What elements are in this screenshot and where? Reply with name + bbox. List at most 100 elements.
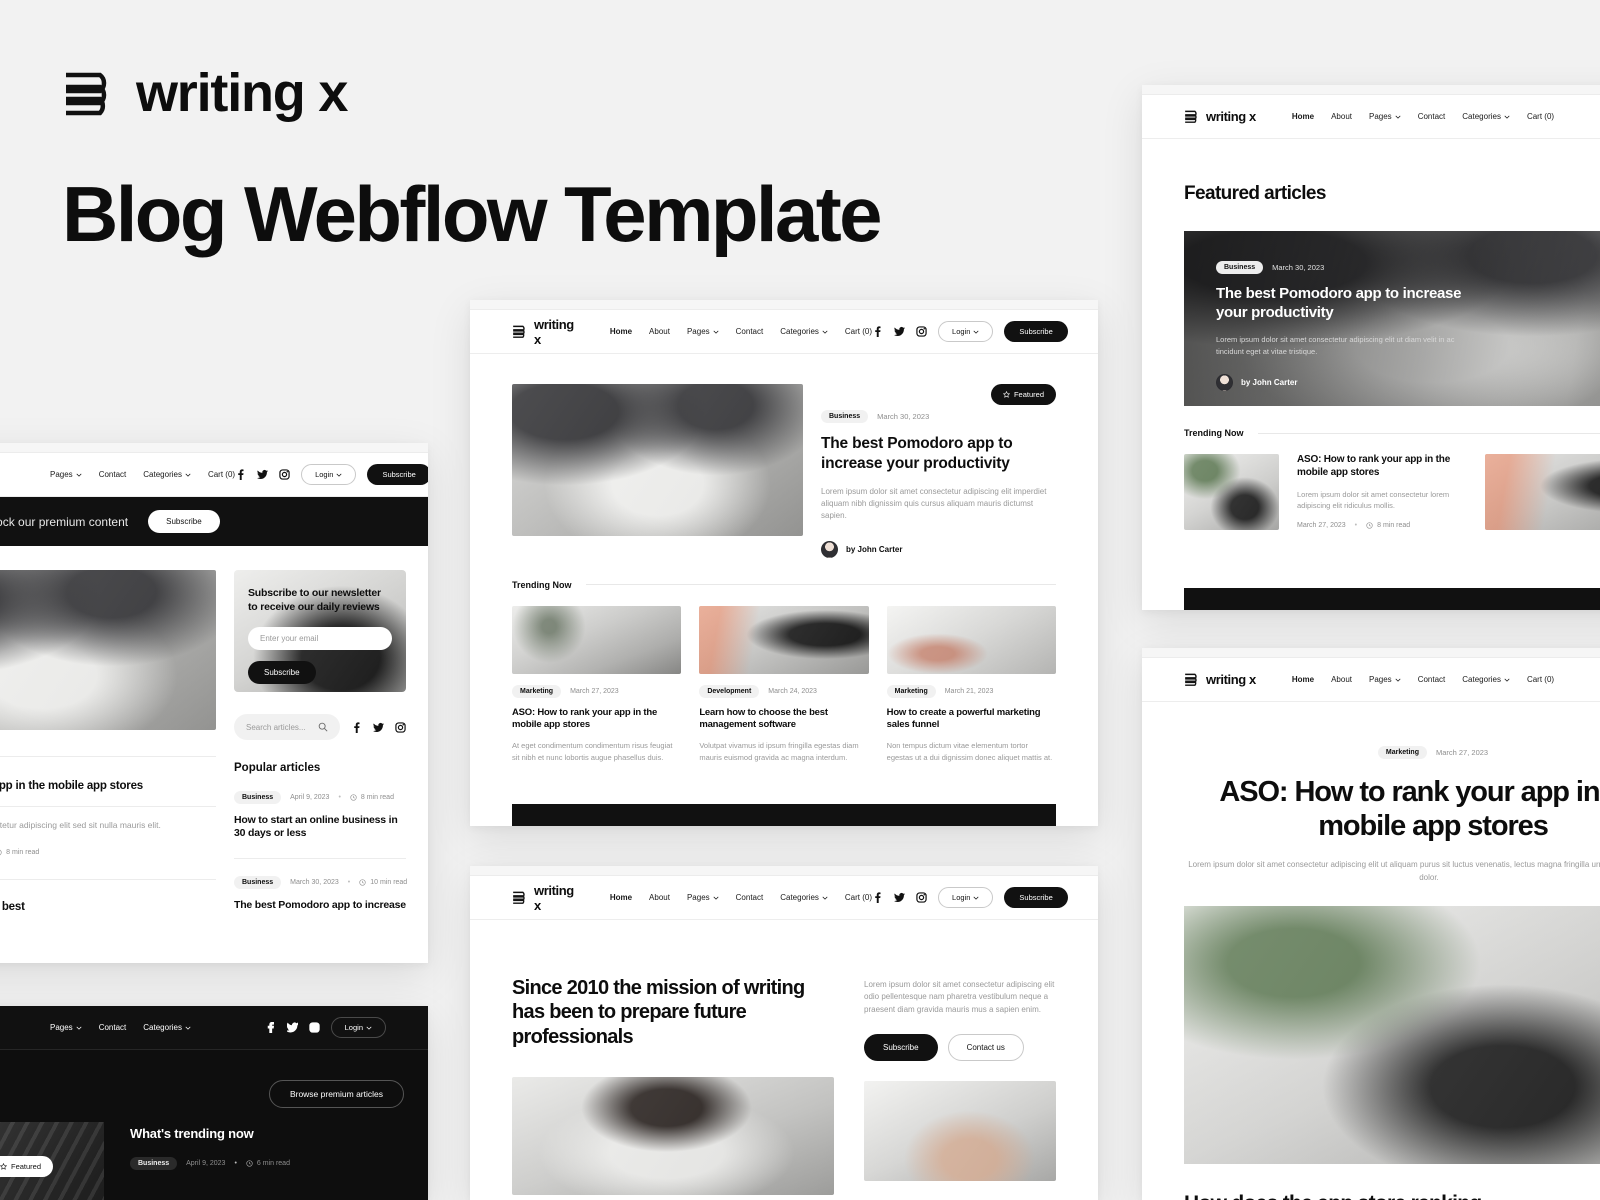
search-icon[interactable] <box>318 722 328 732</box>
nav-link-categories[interactable]: Categories <box>780 893 828 902</box>
list-hero-photo: p to ivity <box>0 570 216 730</box>
subscribe-button[interactable]: Subscribe <box>367 464 428 485</box>
divider <box>585 584 1056 586</box>
twitter-icon[interactable] <box>894 326 906 337</box>
popular-article-item[interactable]: Business March 30, 2023 • 10 min read Th… <box>234 875 407 912</box>
about-contact-button[interactable]: Contact us <box>947 1034 1024 1062</box>
list-item[interactable]: ASO: How to rank your app in the mobile … <box>0 779 216 859</box>
nav-link-home[interactable]: Home <box>610 893 632 902</box>
facebook-icon[interactable] <box>872 326 883 337</box>
brand-lockup[interactable]: writing x <box>512 317 574 347</box>
instagram-icon[interactable] <box>308 1022 320 1033</box>
twitter-icon[interactable] <box>257 469 269 480</box>
popular-article-item[interactable]: Business April 9, 2023 • 8 min read How … <box>234 791 406 841</box>
facebook-icon[interactable] <box>235 469 246 480</box>
category-chip[interactable]: Marketing <box>886 684 936 698</box>
facebook-icon[interactable] <box>872 892 883 903</box>
trending-card[interactable]: Marketing March 21, 2023 How to create a… <box>886 605 1056 764</box>
featured-excerpt: Lorem ipsum dolor sit amet consectetur a… <box>821 486 1047 521</box>
nav-link-cart[interactable]: Cart (0) <box>208 470 235 479</box>
category-chip[interactable]: Marketing <box>1377 746 1427 759</box>
facebook-icon[interactable] <box>265 1022 276 1033</box>
browse-premium-button[interactable]: Browse premium articles <box>268 1080 404 1108</box>
category-chip[interactable]: Business <box>130 1157 178 1170</box>
instagram-icon[interactable] <box>279 469 290 480</box>
login-button[interactable]: Login <box>330 1017 386 1038</box>
brand-lockup[interactable]: writing x <box>1184 109 1256 124</box>
brand-lockup[interactable]: writing x <box>512 883 574 913</box>
category-chip[interactable]: Business <box>1216 261 1264 274</box>
nav-link-cart[interactable]: Cart (0) <box>845 893 872 902</box>
instagram-icon[interactable] <box>916 326 927 337</box>
nav-link-pages[interactable]: Pages <box>1369 675 1401 684</box>
newsletter-email-input[interactable]: Enter your email <box>248 627 392 651</box>
facebook-icon[interactable] <box>351 721 362 733</box>
nav-link-contact[interactable]: Contact <box>1418 675 1446 684</box>
nav-link-contact[interactable]: Contact <box>736 893 764 902</box>
nav-link-categories[interactable]: Categories <box>780 327 828 336</box>
avatar <box>1216 373 1233 391</box>
nav-link-home[interactable]: Home <box>1292 112 1314 121</box>
featured-page-hero-photo[interactable]: Business March 30, 2023 The best Pomodor… <box>1184 231 1600 406</box>
nav-link-pages[interactable]: Pages <box>687 893 719 902</box>
nav-link-about[interactable]: About <box>649 327 670 336</box>
subscribe-button[interactable]: Subscribe <box>1004 321 1068 342</box>
trending-card[interactable]: Marketing March 27, 2023 ASO: How to ran… <box>512 605 682 764</box>
brand-wordmark: writing x <box>534 316 574 347</box>
login-button[interactable]: Login <box>938 887 994 908</box>
login-button[interactable]: Login <box>301 464 357 485</box>
twitter-icon[interactable] <box>894 892 906 903</box>
nav-link-about[interactable]: About <box>1331 675 1352 684</box>
nav-link-pages[interactable]: Pages <box>1369 112 1401 121</box>
list-item-title: ASO: How to rank your app in the mobile … <box>0 780 143 792</box>
nav-link-pages[interactable]: Pages <box>50 1023 82 1032</box>
trending-card[interactable]: Development March 24, 2023 Learn how to … <box>699 605 869 764</box>
nav-link-cart[interactable]: Cart (0) <box>1527 675 1554 684</box>
nav-link-home[interactable]: Home <box>1292 675 1314 684</box>
nav-link-home[interactable]: Home <box>610 327 632 336</box>
instagram-icon[interactable] <box>916 892 927 903</box>
login-button[interactable]: Login <box>938 321 994 342</box>
category-chip[interactable]: Business <box>234 791 282 804</box>
nav-link-cart[interactable]: Cart (0) <box>845 327 872 336</box>
newsletter-subscribe-button[interactable]: Subscribe <box>248 661 316 685</box>
article-excerpt: Lorem ipsum dolor sit amet consectetur a… <box>1188 860 1600 882</box>
promo-subscribe-button[interactable]: Subscribe <box>148 510 220 533</box>
nav-link-contact[interactable]: Contact <box>1418 112 1446 121</box>
popular-articles-heading: Popular articles <box>234 762 321 774</box>
category-chip[interactable]: Business <box>234 875 282 889</box>
brand-lockup[interactable]: writing x <box>1184 672 1256 687</box>
nav-link-categories[interactable]: Categories <box>1462 112 1510 121</box>
chevron-down-icon <box>713 330 719 334</box>
nav-link-pages[interactable]: Pages <box>687 327 719 336</box>
list-item-title: Learn how to choose the best <box>0 900 25 913</box>
nav-link-contact[interactable]: Contact <box>736 327 764 336</box>
twitter-icon[interactable] <box>286 1022 298 1033</box>
nav-link-categories[interactable]: Categories <box>1462 675 1510 684</box>
instagram-icon[interactable] <box>395 721 406 733</box>
nav-link-categories[interactable]: Categories <box>143 1023 191 1032</box>
chevron-down-icon <box>1395 678 1401 682</box>
chevron-down-icon <box>1504 115 1510 119</box>
hero-branding: writing x Blog Webflow Template <box>62 66 882 255</box>
subscribe-button[interactable]: Subscribe <box>1004 887 1068 908</box>
about-subscribe-button[interactable]: Subscribe <box>864 1034 938 1062</box>
browser-chrome <box>470 300 1098 310</box>
category-chip[interactable]: Business <box>821 410 869 423</box>
nav-link-categories[interactable]: Categories <box>143 470 191 479</box>
nav-link-contact[interactable]: Contact <box>99 470 127 479</box>
author-name: by John Carter <box>846 544 903 554</box>
category-chip[interactable]: Marketing <box>512 684 562 698</box>
trending-card[interactable]: ASO: How to rank your app in the mobile … <box>1297 454 1467 529</box>
trending-card-excerpt: Lorem ipsum dolor sit amet consectetur l… <box>1297 489 1450 511</box>
list-item-readtime: 8 min read <box>0 849 39 856</box>
navbar-article: writing x Home About Pages Contact Categ… <box>1142 658 1600 702</box>
category-chip[interactable]: Development <box>699 684 760 698</box>
nav-link-pages[interactable]: Pages <box>50 470 82 479</box>
twitter-icon[interactable] <box>373 722 384 733</box>
nav-link-cart[interactable]: Cart (0) <box>1527 112 1554 121</box>
search-input[interactable]: Search articles... <box>234 714 340 740</box>
nav-link-about[interactable]: About <box>649 893 670 902</box>
nav-link-about[interactable]: About <box>1331 112 1352 121</box>
nav-link-contact[interactable]: Contact <box>99 1023 127 1032</box>
